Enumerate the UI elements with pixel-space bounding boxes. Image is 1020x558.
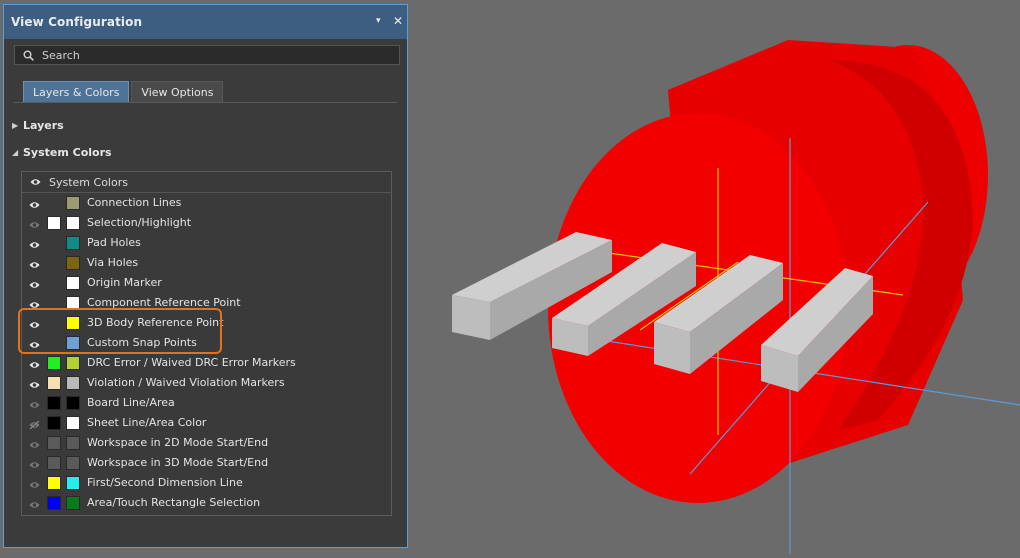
view-configuration-panel: View Configuration ▾ ✕ Search Layers & C… bbox=[3, 4, 408, 548]
color-swatch-secondary[interactable] bbox=[66, 356, 80, 370]
eye-icon[interactable] bbox=[29, 219, 40, 232]
list-item[interactable]: Via Holes bbox=[22, 253, 391, 273]
caret-right-icon: ▶ bbox=[12, 121, 19, 130]
list-item-label: First/Second Dimension Line bbox=[87, 476, 243, 489]
eye-icon[interactable] bbox=[29, 439, 40, 452]
tab-divider bbox=[14, 102, 397, 103]
list-item[interactable]: Workspace in 2D Mode Start/End bbox=[22, 433, 391, 453]
eye-icon[interactable] bbox=[29, 479, 40, 492]
search-icon bbox=[23, 50, 34, 61]
list-item[interactable]: Connection Lines bbox=[22, 193, 391, 213]
color-swatch-secondary[interactable] bbox=[66, 376, 80, 390]
list-item[interactable]: Area/Touch Rectangle Selection bbox=[22, 493, 391, 513]
color-swatch-secondary[interactable] bbox=[66, 396, 80, 410]
color-swatch-secondary[interactable] bbox=[66, 216, 80, 230]
eye-icon[interactable] bbox=[29, 399, 40, 412]
list-item-label: DRC Error / Waived DRC Error Markers bbox=[87, 356, 296, 369]
color-swatch-secondary[interactable] bbox=[66, 476, 80, 490]
list-item-label: Workspace in 3D Mode Start/End bbox=[87, 456, 269, 469]
list-item[interactable]: Board Line/Area bbox=[22, 393, 391, 413]
list-item-label: Pad Holes bbox=[87, 236, 141, 249]
list-item[interactable]: DRC Error / Waived DRC Error Markers bbox=[22, 353, 391, 373]
color-swatch-primary[interactable] bbox=[47, 456, 61, 470]
caret-down-icon: ◢ bbox=[12, 148, 19, 157]
list-item-label: Via Holes bbox=[87, 256, 139, 269]
section-system-colors-label: System Colors bbox=[23, 146, 112, 159]
panel-menu-icon[interactable]: ▾ bbox=[376, 16, 381, 26]
eye-icon[interactable] bbox=[29, 259, 40, 272]
eye-icon[interactable] bbox=[29, 359, 40, 372]
list-item[interactable]: Pad Holes bbox=[22, 233, 391, 253]
eye-icon[interactable] bbox=[29, 199, 40, 212]
color-swatch-secondary[interactable] bbox=[66, 276, 80, 290]
list-item-label: Violation / Waived Violation Markers bbox=[87, 376, 285, 389]
tab-strip: Layers & Colors View Options bbox=[23, 81, 224, 103]
panel-title-bar[interactable]: View Configuration ▾ ✕ bbox=[4, 5, 407, 39]
color-swatch-primary[interactable] bbox=[47, 396, 61, 410]
eye-icon[interactable] bbox=[29, 279, 40, 292]
list-item-label: Sheet Line/Area Color bbox=[87, 416, 207, 429]
color-swatch-primary[interactable] bbox=[47, 496, 61, 510]
color-swatch-secondary[interactable] bbox=[66, 236, 80, 250]
list-item[interactable]: Selection/Highlight bbox=[22, 213, 391, 233]
color-swatch-primary[interactable] bbox=[47, 356, 61, 370]
color-swatch-secondary[interactable] bbox=[66, 416, 80, 430]
system-colors-header-label: System Colors bbox=[49, 175, 128, 189]
eye-icon[interactable] bbox=[29, 499, 40, 512]
list-item[interactable]: Violation / Waived Violation Markers bbox=[22, 373, 391, 393]
list-item-label: Area/Touch Rectangle Selection bbox=[87, 496, 261, 509]
eye-icon[interactable] bbox=[29, 379, 40, 392]
color-swatch-primary[interactable] bbox=[47, 436, 61, 450]
eye-icon[interactable] bbox=[29, 239, 40, 252]
color-swatch-secondary[interactable] bbox=[66, 436, 80, 450]
list-item[interactable]: Sheet Line/Area Color bbox=[22, 413, 391, 433]
section-layers-label: Layers bbox=[23, 119, 64, 132]
color-swatch-secondary[interactable] bbox=[66, 196, 80, 210]
color-swatch-primary[interactable] bbox=[47, 216, 61, 230]
color-swatch-primary[interactable] bbox=[47, 416, 61, 430]
eye-hidden-icon[interactable] bbox=[29, 419, 40, 432]
list-item-label: Board Line/Area bbox=[87, 396, 175, 409]
highlight-annotation bbox=[18, 308, 222, 354]
color-swatch-secondary[interactable] bbox=[66, 256, 80, 270]
section-system-colors[interactable]: ◢ System Colors bbox=[12, 146, 112, 159]
panel-title: View Configuration bbox=[11, 15, 143, 29]
search-input[interactable]: Search bbox=[14, 45, 400, 65]
color-swatch-secondary[interactable] bbox=[66, 456, 80, 470]
eye-icon[interactable] bbox=[30, 178, 41, 186]
close-icon[interactable]: ✕ bbox=[393, 14, 403, 28]
list-item-label: Origin Marker bbox=[87, 276, 162, 289]
search-placeholder: Search bbox=[42, 48, 80, 62]
color-swatch-secondary[interactable] bbox=[66, 496, 80, 510]
color-swatch-primary[interactable] bbox=[47, 376, 61, 390]
tab-layers-colors[interactable]: Layers & Colors bbox=[23, 81, 130, 103]
color-swatch-primary[interactable] bbox=[47, 476, 61, 490]
system-colors-header[interactable]: System Colors bbox=[22, 172, 391, 193]
list-item-label: Selection/Highlight bbox=[87, 216, 192, 229]
section-layers[interactable]: ▶ Layers bbox=[12, 119, 64, 132]
eye-icon[interactable] bbox=[29, 459, 40, 472]
list-item[interactable]: Origin Marker bbox=[22, 273, 391, 293]
tab-view-options[interactable]: View Options bbox=[131, 81, 224, 103]
list-item-label: Workspace in 2D Mode Start/End bbox=[87, 436, 269, 449]
list-item[interactable]: First/Second Dimension Line bbox=[22, 473, 391, 493]
list-item-label: Connection Lines bbox=[87, 196, 182, 209]
list-item[interactable]: Workspace in 3D Mode Start/End bbox=[22, 453, 391, 473]
3d-viewport[interactable] bbox=[408, 0, 1020, 554]
